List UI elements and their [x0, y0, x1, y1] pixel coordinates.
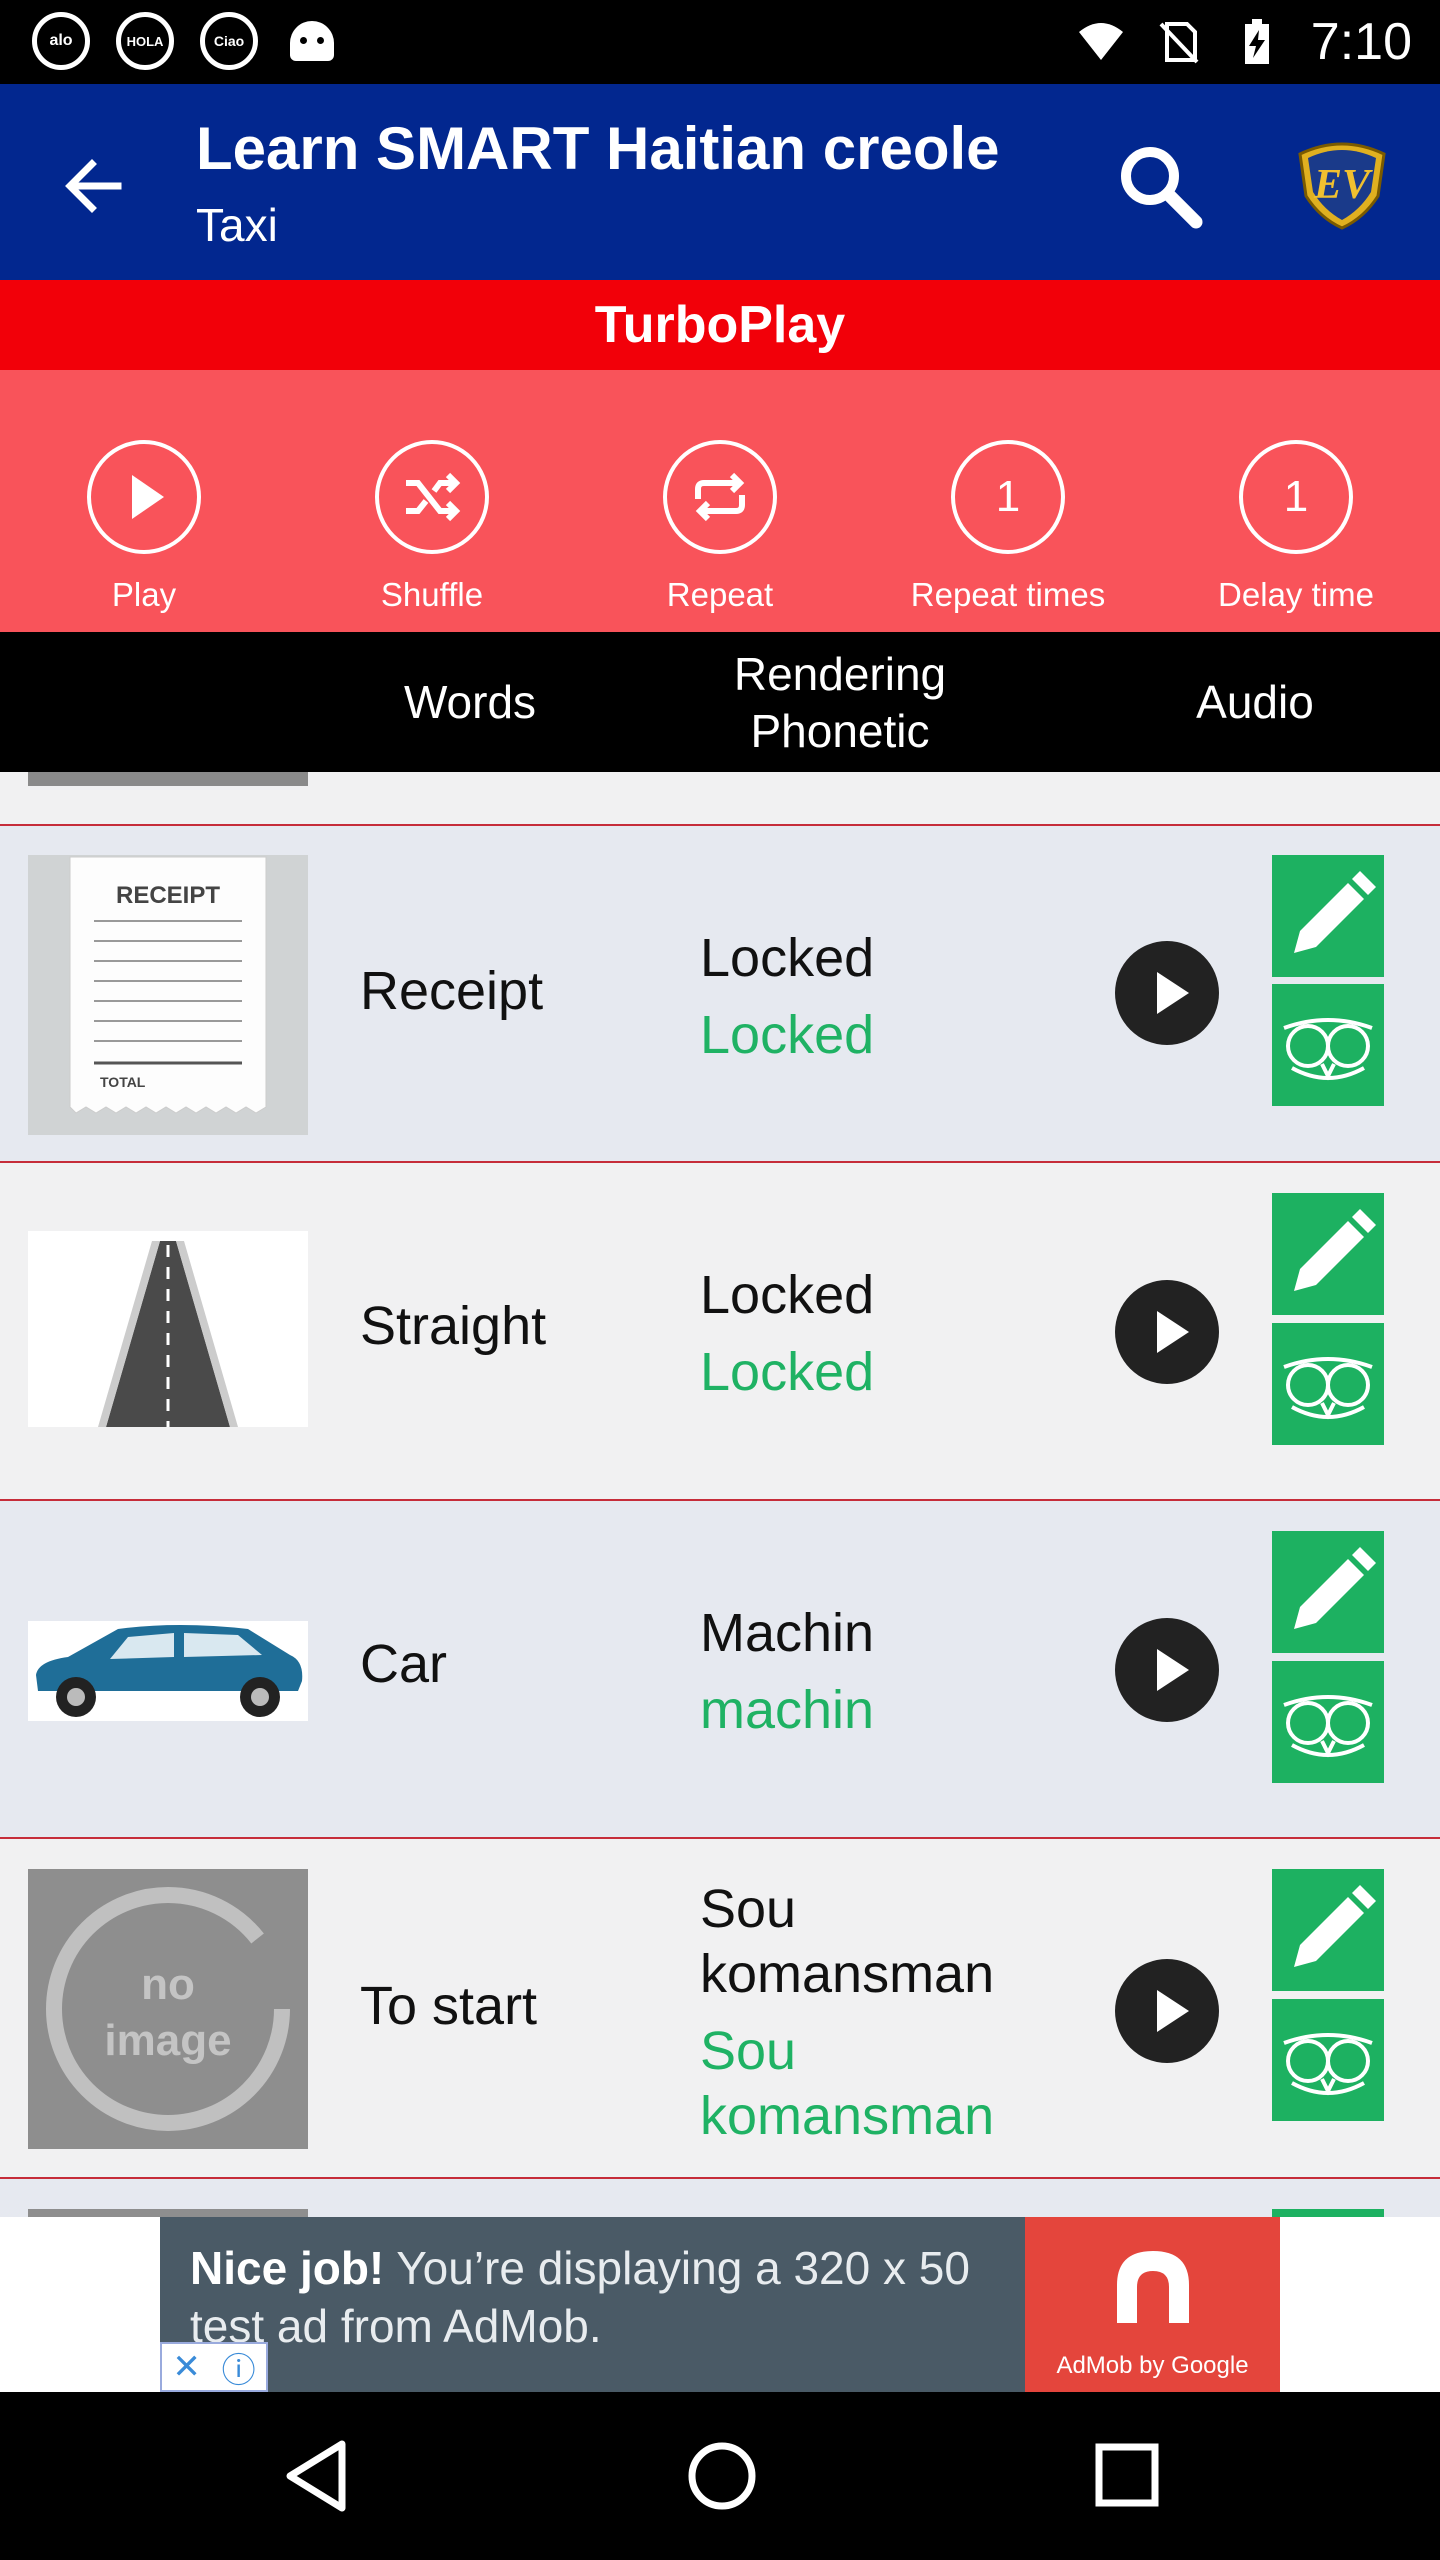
play-label: Play — [111, 576, 177, 613]
no-image-text-1: no — [141, 1960, 195, 2009]
phonetic-text: Locked — [700, 1342, 875, 1402]
delay-time-label: Delay time — [1218, 576, 1374, 613]
repeat-times-control[interactable]: 1 Repeat times — [888, 440, 1128, 614]
native-text: Machin — [700, 1603, 875, 1663]
clock: 7:10 — [1310, 13, 1412, 71]
repeat-icon[interactable] — [663, 440, 777, 554]
ciao-notification-icon: Ciao — [200, 12, 258, 70]
repeat-label: Repeat — [666, 576, 774, 613]
repeat-times-label: Repeat times — [910, 576, 1106, 613]
list-item-receipt[interactable]: RECEIPT TOTAL Receipt Locked Locked — [0, 826, 1440, 1163]
partial-edit-button — [1272, 2209, 1384, 2217]
native-text: Locked — [700, 928, 875, 988]
app-bar: Learn SMART Haitian creole Taxi EV — [0, 84, 1440, 280]
hola-notification-icon: HOLA — [116, 12, 174, 70]
rendering-phonetic-column-header: Rendering Phonetic — [733, 648, 947, 757]
native-text: Sou komansman — [700, 1879, 995, 2004]
translation: Machin machin — [700, 1601, 1040, 1743]
owl-icon[interactable] — [1272, 1661, 1384, 1783]
admob-test-ad[interactable]: Nice job! You’re displaying a 320 x 50 t… — [160, 2217, 1280, 2392]
word-text: Straight — [360, 1296, 547, 1356]
word-text: Receipt — [360, 961, 544, 1021]
repeat-times-value[interactable]: 1 — [951, 440, 1065, 554]
battery-charging-icon — [1244, 19, 1269, 64]
vocabulary-list[interactable]: RECEIPT TOTAL Receipt Locked Locked Stra… — [0, 772, 1440, 2217]
no-image-placeholder: no image — [28, 1869, 308, 2149]
android-icon — [290, 21, 334, 61]
play-control[interactable]: Play — [24, 440, 264, 614]
owl-icon[interactable] — [1272, 1999, 1384, 2121]
shuffle-control[interactable]: Shuffle — [312, 440, 552, 614]
info-icon[interactable]: ⓘ — [222, 2343, 256, 2392]
logo-text: EV — [1313, 162, 1373, 208]
native-text: Locked — [700, 1265, 875, 1325]
wifi-icon — [1078, 23, 1123, 60]
admob-logo-icon — [1117, 2251, 1189, 2323]
list-item-partial-bottom — [0, 2179, 1440, 2217]
ad-text: Nice job! You’re displaying a 320 x 50 t… — [190, 2239, 1030, 2355]
receipt-title-text: RECEIPT — [116, 882, 220, 909]
back-nav-icon[interactable] — [280, 2436, 352, 2516]
translation: Locked Locked — [700, 926, 1040, 1068]
no-sim-icon — [1159, 22, 1199, 64]
play-audio-button[interactable] — [1115, 1280, 1219, 1384]
recents-nav-icon[interactable] — [1094, 2442, 1160, 2508]
shuffle-icon[interactable] — [375, 440, 489, 554]
phonetic-text: Locked — [700, 1005, 875, 1065]
list-item-car[interactable]: Car Machin machin — [0, 1501, 1440, 1839]
status-bar: alo HOLA Ciao 7:10 — [0, 0, 1440, 84]
edit-button[interactable] — [1272, 1193, 1384, 1315]
phonetic-text: Sou komansman — [700, 2021, 995, 2146]
alo-notification-icon: alo — [32, 12, 90, 70]
translation: Sou komansman Sou komansman — [700, 1877, 1040, 2149]
edit-button[interactable] — [1272, 1869, 1384, 1991]
admob-logo-panel: AdMob by Google — [1025, 2217, 1280, 2392]
turboplay-panel: Play Shuffle Repeat 1 Repeat times 1 Del… — [0, 370, 1440, 632]
turboplay-header: TurboPlay — [0, 280, 1440, 370]
back-arrow-icon[interactable] — [58, 146, 138, 226]
repeat-control[interactable]: Repeat — [600, 440, 840, 614]
words-column-header: Words — [403, 676, 537, 728]
no-image-text-2: image — [104, 2016, 231, 2065]
edit-button[interactable] — [1272, 1531, 1384, 1653]
owl-icon[interactable] — [1272, 1323, 1384, 1445]
play-audio-button[interactable] — [1115, 941, 1219, 1045]
list-item-partial — [0, 772, 1440, 826]
car-image — [28, 1621, 308, 1721]
admob-brand-text: AdMob by Google — [1056, 2352, 1249, 2379]
ad-banner[interactable]: Nice job! You’re displaying a 320 x 50 t… — [0, 2217, 1440, 2392]
shuffle-label: Shuffle — [380, 576, 484, 613]
play-icon[interactable] — [87, 440, 201, 554]
ev-logo-icon[interactable]: EV — [1294, 134, 1390, 230]
translation: Locked Locked — [700, 1263, 1040, 1405]
delay-time-control[interactable]: 1 Delay time — [1176, 440, 1416, 614]
home-nav-icon[interactable] — [686, 2440, 758, 2512]
delay-time-value[interactable]: 1 — [1239, 440, 1353, 554]
road-image — [28, 1231, 308, 1427]
partial-thumbnail — [28, 2209, 308, 2217]
receipt-image: RECEIPT TOTAL — [28, 855, 308, 1135]
phonetic-text: machin — [700, 1680, 875, 1740]
ad-close-button[interactable]: ✕ ⓘ — [160, 2342, 268, 2392]
column-header-row: Words Rendering Phonetic Audio — [0, 632, 1440, 772]
word-text: To start — [360, 1976, 538, 2036]
play-audio-button[interactable] — [1115, 1618, 1219, 1722]
partial-thumbnail — [28, 772, 308, 786]
search-icon[interactable] — [1110, 136, 1210, 236]
close-icon[interactable]: ✕ — [172, 2347, 201, 2387]
app-title: Learn SMART Haitian creole — [196, 115, 1000, 182]
owl-icon[interactable] — [1272, 984, 1384, 1106]
navigation-bar — [0, 2392, 1440, 2560]
edit-button[interactable] — [1272, 855, 1384, 977]
screen-subtitle: Taxi — [196, 199, 278, 251]
word-text: Car — [360, 1634, 448, 1694]
play-audio-button[interactable] — [1115, 1959, 1219, 2063]
list-item-to-start[interactable]: no image To start Sou komansman Sou koma… — [0, 1839, 1440, 2179]
list-item-straight[interactable]: Straight Locked Locked — [0, 1163, 1440, 1501]
receipt-total-text: TOTAL — [100, 1074, 146, 1090]
audio-column-header: Audio — [1196, 676, 1314, 728]
ad-bold-text: Nice job! — [190, 2242, 385, 2294]
